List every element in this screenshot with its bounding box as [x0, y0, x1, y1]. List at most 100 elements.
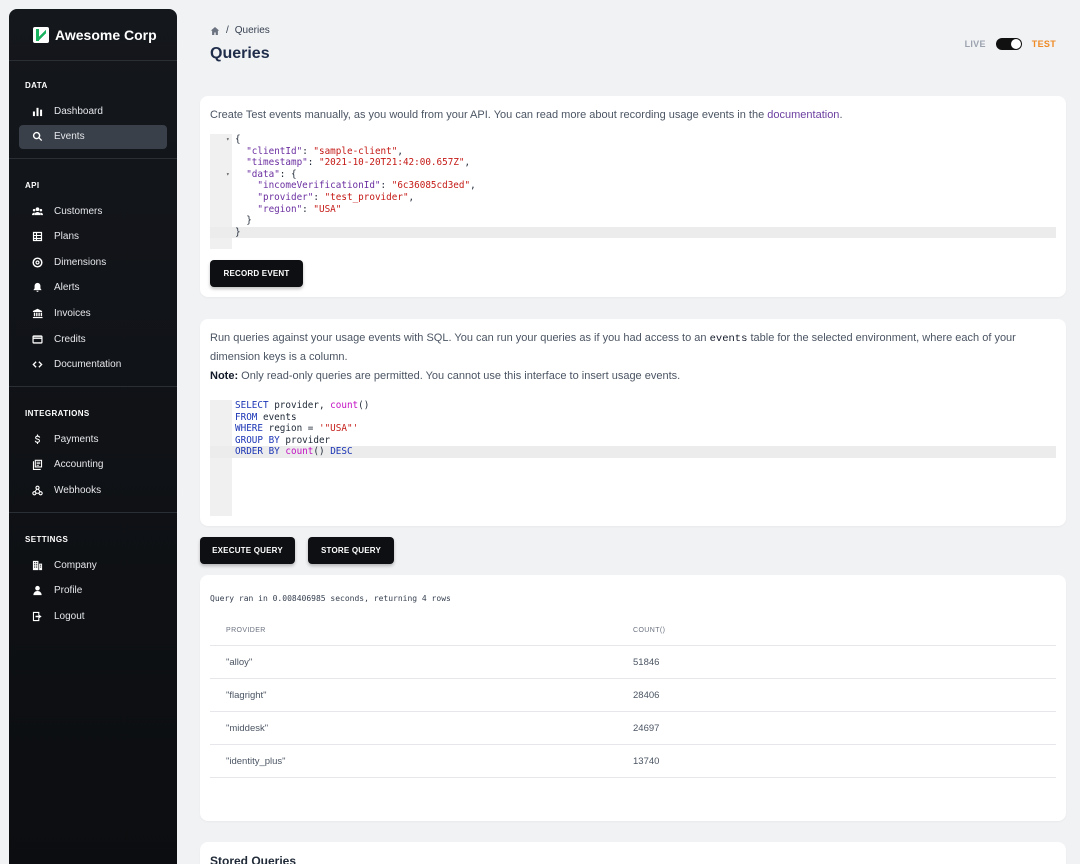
- sidebar-item-logout[interactable]: Logout: [19, 604, 167, 628]
- column-header-provider: PROVIDER: [226, 626, 266, 634]
- cell-provider: "identity_plus": [226, 755, 286, 767]
- code-icon: [31, 359, 43, 371]
- documentation-link[interactable]: documentation: [767, 109, 839, 121]
- users-icon: [31, 205, 43, 217]
- bell-icon: [31, 282, 43, 294]
- note-text: Only read-only queries are permitted. Yo…: [238, 370, 681, 382]
- sidebar-section-integrations: INTEGRATIONS Payments Accounting Webhook…: [9, 387, 177, 514]
- sql-editor[interactable]: SELECT provider, count() FROM events WHE…: [210, 400, 1056, 516]
- sidebar-item-payments[interactable]: Payments: [19, 427, 167, 451]
- sidebar-item-dimensions[interactable]: Dimensions: [19, 250, 167, 274]
- brand-name: Awesome Corp: [55, 26, 157, 43]
- code-line: SELECT provider, count(): [235, 400, 370, 411]
- code-line: "provider": "test_provider",: [257, 191, 415, 203]
- wallet-icon: [31, 333, 43, 345]
- sidebar: Awesome Corp DATA Dashboard Events API C…: [9, 9, 177, 864]
- code-line: FROM events: [235, 411, 297, 423]
- env-test-label[interactable]: TEST: [1032, 39, 1056, 49]
- query-note: Note: Only read-only queries are permitt…: [210, 370, 680, 382]
- ledger-icon: [31, 459, 43, 471]
- environment-switch: LIVE TEST: [965, 38, 1056, 50]
- sidebar-item-credits[interactable]: Credits: [19, 327, 167, 351]
- cell-count: 28406: [633, 689, 660, 701]
- description-text: Create Test events manually, as you woul…: [210, 109, 768, 121]
- results-card: Query ran in 0.008406985 seconds, return…: [200, 575, 1066, 821]
- record-event-description: Create Test events manually, as you woul…: [210, 106, 843, 124]
- code-line: ORDER BY count() DESC: [210, 446, 1056, 458]
- breadcrumb-current: Queries: [234, 25, 270, 36]
- sidebar-item-label: Invoices: [54, 308, 91, 320]
- code-line: WHERE region = '"USA"': [235, 423, 359, 435]
- page-title: Queries: [210, 45, 270, 62]
- query-desc-text: Run queries against your usage events wi…: [210, 332, 710, 344]
- cell-count: 13740: [633, 755, 660, 767]
- table-row: "identity_plus" 13740: [210, 745, 1056, 778]
- sidebar-item-label: Customers: [54, 205, 103, 217]
- sidebar-item-documentation[interactable]: Documentation: [19, 353, 167, 377]
- logout-icon: [31, 610, 43, 622]
- execute-query-button[interactable]: EXECUTE QUERY: [200, 537, 295, 564]
- brand[interactable]: Awesome Corp: [9, 9, 177, 61]
- sidebar-item-alerts[interactable]: Alerts: [19, 276, 167, 300]
- sidebar-item-label: Credits: [54, 333, 86, 345]
- sidebar-section-title: API: [25, 181, 40, 191]
- cell-count: 51846: [633, 656, 660, 668]
- sidebar-item-company[interactable]: Company: [19, 553, 167, 577]
- env-live-label[interactable]: LIVE: [965, 39, 986, 49]
- sidebar-item-label: Profile: [54, 585, 83, 597]
- sidebar-section-settings: SETTINGS Company Profile Logout: [9, 513, 177, 638]
- sidebar-item-label: Company: [54, 559, 97, 571]
- sidebar-item-profile[interactable]: Profile: [19, 579, 167, 603]
- env-toggle[interactable]: [995, 38, 1022, 50]
- stored-queries-title: Stored Queries: [210, 854, 297, 864]
- sidebar-item-label: Alerts: [54, 282, 80, 294]
- note-label: Note:: [210, 370, 239, 382]
- sidebar-item-dashboard[interactable]: Dashboard: [19, 99, 167, 123]
- sidebar-item-customers[interactable]: Customers: [19, 199, 167, 223]
- sidebar-item-label: Payments: [54, 433, 99, 445]
- record-event-card: Create Test events manually, as you woul…: [200, 96, 1066, 297]
- sidebar-section-title: DATA: [25, 81, 48, 90]
- column-header-count: COUNT(): [633, 626, 666, 634]
- sidebar-item-accounting[interactable]: Accounting: [19, 453, 167, 477]
- webhook-icon: [31, 485, 43, 497]
- stored-queries-card: Stored Queries: [200, 842, 1066, 864]
- breadcrumb-separator: /: [226, 25, 229, 36]
- table-header: PROVIDER COUNT(): [210, 615, 1056, 646]
- bank-icon: [31, 308, 43, 320]
- table-row: "middesk" 24697: [210, 712, 1056, 745]
- table-row: "alloy" 51846: [210, 646, 1056, 679]
- search-icon: [31, 131, 43, 143]
- dollar-icon: [31, 433, 43, 445]
- sidebar-section-data: DATA Dashboard Events: [9, 61, 177, 160]
- building-icon: [31, 559, 43, 571]
- table-row: "flagright" 28406: [210, 679, 1056, 712]
- code-line: "clientId": "sample-client",: [246, 145, 403, 157]
- cell-count: 24697: [633, 722, 660, 734]
- cell-provider: "flagright": [226, 689, 267, 701]
- code-line: ▾{: [226, 134, 241, 145]
- sidebar-section-api: API Customers Plans Dimensions Alerts In…: [9, 159, 177, 388]
- query-description: Run queries against your usage events wi…: [210, 329, 1060, 366]
- record-event-button[interactable]: RECORD EVENT: [210, 260, 303, 287]
- sidebar-section-title: INTEGRATIONS: [25, 409, 90, 419]
- query-result-message: Query ran in 0.008406985 seconds, return…: [210, 594, 451, 603]
- sidebar-item-plans[interactable]: Plans: [19, 225, 167, 249]
- sidebar-item-invoices[interactable]: Invoices: [19, 302, 167, 326]
- bar-chart-icon: [31, 105, 43, 117]
- person-icon: [31, 585, 43, 597]
- code-line: "region": "USA": [257, 203, 342, 215]
- store-query-button[interactable]: STORE QUERY: [308, 537, 394, 564]
- code-line: "timestamp": "2021-10-20T21:42:00.657Z",: [246, 157, 471, 169]
- cell-provider: "alloy": [226, 656, 253, 668]
- sidebar-item-label: Dimensions: [54, 256, 107, 268]
- sidebar-item-webhooks[interactable]: Webhooks: [19, 479, 167, 503]
- sidebar-item-events[interactable]: Events: [19, 124, 167, 149]
- event-json-editor[interactable]: ▾{ "clientId": "sample-client", "timesta…: [210, 134, 1056, 249]
- code-line: GROUP BY provider: [235, 434, 331, 446]
- home-icon[interactable]: [210, 26, 220, 36]
- events-table-code: events: [709, 333, 748, 345]
- sidebar-item-label: Events: [54, 131, 85, 143]
- sidebar-item-label: Accounting: [54, 459, 104, 471]
- sidebar-item-label: Dashboard: [54, 105, 103, 117]
